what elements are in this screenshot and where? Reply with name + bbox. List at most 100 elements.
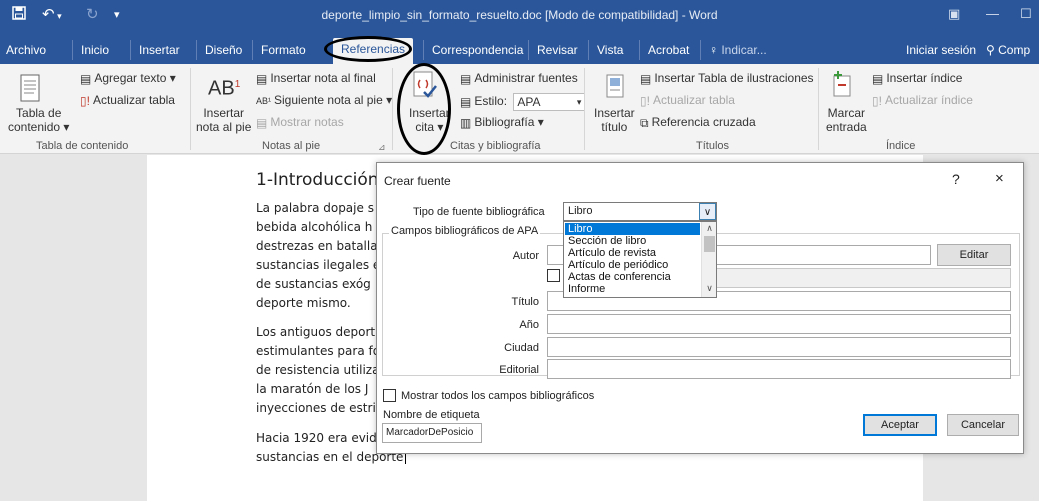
doc-text-line: de sustancias exóg bbox=[256, 277, 371, 291]
source-type-option[interactable]: Libro bbox=[565, 223, 700, 235]
update-index-button[interactable]: ▯! Actualizar índice bbox=[872, 93, 973, 108]
year-input[interactable] bbox=[547, 314, 1011, 334]
footnote-ab-icon: AB1 bbox=[208, 77, 241, 100]
update-index-icon: ▯! bbox=[872, 93, 882, 108]
tab-diseno[interactable]: Diseño bbox=[196, 40, 242, 60]
group-separator bbox=[392, 68, 393, 150]
help-button[interactable]: ? bbox=[952, 171, 960, 187]
sign-in-link[interactable]: Iniciar sesión bbox=[906, 40, 976, 60]
tab-vista[interactable]: Vista bbox=[588, 40, 623, 60]
source-type-option[interactable]: Informe bbox=[565, 283, 700, 295]
doc-text-line: Hacia 1920 era evid bbox=[256, 431, 377, 445]
tab-referencias[interactable]: Referencias bbox=[333, 38, 414, 64]
tab-acrobat[interactable]: Acrobat bbox=[639, 40, 689, 60]
source-type-option[interactable]: Artículo de revista bbox=[565, 247, 700, 259]
apa-fields-label: Campos bibliográficos de APA bbox=[389, 225, 541, 237]
share-button[interactable]: ⚲ Comp bbox=[986, 40, 1030, 60]
cross-reference-button[interactable]: ⧉ Referencia cruzada bbox=[640, 115, 756, 130]
next-footnote-button[interactable]: AB¹ Siguiente nota al pie ▾ bbox=[256, 93, 392, 108]
listbox-scrollbar[interactable]: ∧ ∨ bbox=[701, 222, 716, 297]
accept-button[interactable]: Aceptar bbox=[863, 414, 937, 436]
update-table-button[interactable]: ▯! Actualizar tabla bbox=[80, 93, 175, 108]
group-label-indice: Índice bbox=[886, 140, 916, 152]
mark-entry-button[interactable]: Marcar entrada bbox=[826, 106, 867, 134]
doc-text-line: La palabra dopaje s bbox=[256, 201, 374, 215]
show-all-fields-checkbox[interactable] bbox=[383, 389, 396, 402]
cancel-button[interactable]: Cancelar bbox=[947, 414, 1019, 436]
show-notes-button[interactable]: ▤ Mostrar notas bbox=[256, 115, 344, 130]
doc-text-line: inyecciones de estric bbox=[256, 401, 383, 415]
tab-revisar[interactable]: Revisar bbox=[528, 40, 578, 60]
insert-citation-icon bbox=[412, 70, 438, 103]
group-separator bbox=[190, 68, 191, 150]
tab-formato[interactable]: Formato bbox=[252, 40, 306, 60]
manage-sources-icon: ▤ bbox=[460, 71, 472, 86]
publisher-input[interactable] bbox=[547, 359, 1011, 379]
source-type-option[interactable]: Actas de conferencia bbox=[565, 271, 700, 283]
ribbon-tabs: Archivo Inicio Insertar Diseño Formato R… bbox=[0, 30, 1039, 64]
doc-text-line: deporte mismo. bbox=[256, 296, 351, 310]
insert-endnote-button[interactable]: ▤ Insertar nota al final bbox=[256, 71, 376, 86]
doc-text-line: sustancias ilegales e bbox=[256, 258, 381, 272]
source-type-combobox[interactable]: Libro ∨ bbox=[563, 202, 717, 221]
tab-inicio[interactable]: Inicio bbox=[72, 40, 109, 60]
style-dropdown[interactable]: APA ▾ bbox=[513, 93, 586, 111]
insert-index-button[interactable]: ▤ Insertar índice bbox=[872, 71, 962, 86]
lightbulb-icon: ♀ bbox=[709, 43, 722, 57]
tab-correspondencia[interactable]: Correspondencia bbox=[423, 40, 523, 60]
group-label-titulos: Títulos bbox=[696, 140, 730, 152]
year-label: Año bbox=[519, 319, 539, 331]
insert-footnote-button[interactable]: Insertar nota al pie bbox=[196, 106, 251, 134]
tag-name-input[interactable]: MarcadorDePosicio bbox=[382, 423, 482, 443]
scrollbar-thumb[interactable] bbox=[704, 236, 715, 252]
add-text-icon: ▤ bbox=[80, 71, 92, 86]
edit-author-button[interactable]: Editar bbox=[937, 244, 1011, 266]
endnote-icon: ▤ bbox=[256, 71, 268, 86]
scroll-down-icon[interactable]: ∨ bbox=[702, 283, 717, 294]
insert-table-of-figures-button[interactable]: ▤ Insertar Tabla de ilustraciones bbox=[640, 71, 814, 86]
city-input[interactable] bbox=[547, 337, 1011, 357]
title-bar: ↶ ▾ ↻ ▾ deporte_limpio_sin_formato_resue… bbox=[0, 0, 1039, 30]
show-all-fields-label[interactable]: Mostrar todos los campos bibliográficos bbox=[401, 390, 594, 402]
insert-caption-icon bbox=[606, 74, 624, 101]
source-type-option[interactable]: Artículo de periódico bbox=[565, 259, 700, 271]
ribbon-display-options-icon[interactable]: ▣ bbox=[948, 6, 960, 22]
add-text-button[interactable]: ▤ Agregar texto ▾ bbox=[80, 71, 176, 86]
doc-text-line: estimulantes para fo bbox=[256, 344, 381, 358]
maximize-icon[interactable]: ☐ bbox=[1020, 6, 1032, 22]
style-selector[interactable]: ▤ Estilo: APA ▾ bbox=[460, 93, 586, 111]
manage-sources-button[interactable]: ▤ Administrar fuentes bbox=[460, 71, 578, 86]
ribbon-referencias: Tabla de contenido ▾ ▤ Agregar texto ▾ ▯!… bbox=[0, 64, 1039, 154]
doc-text-line: destrezas en batalla bbox=[256, 239, 378, 253]
insert-index-icon: ▤ bbox=[872, 71, 884, 86]
source-type-listbox[interactable]: Libro Sección de libro Artículo de revis… bbox=[563, 221, 717, 298]
dialog-title: Crear fuente bbox=[384, 174, 451, 188]
document-title: deporte_limpio_sin_formato_resuelto.doc … bbox=[321, 8, 718, 22]
publisher-label: Editorial bbox=[499, 364, 539, 376]
tab-insertar[interactable]: Insertar bbox=[130, 40, 180, 60]
close-icon[interactable]: × bbox=[995, 170, 1004, 187]
chevron-down-icon[interactable]: ∨ bbox=[699, 203, 716, 220]
tell-me-box[interactable]: ♀ Indicar... bbox=[700, 40, 767, 60]
person-icon: ⚲ bbox=[986, 43, 999, 57]
doc-text-line: la maratón de los J bbox=[256, 382, 369, 396]
doc-text-line: de resistencia utiliza bbox=[256, 363, 380, 377]
author-label: Autor bbox=[512, 250, 539, 262]
corporate-author-checkbox[interactable] bbox=[547, 269, 560, 282]
scroll-up-icon[interactable]: ∧ bbox=[702, 223, 717, 234]
source-type-option[interactable]: Sección de libro bbox=[565, 235, 700, 247]
table-of-figures-icon: ▤ bbox=[640, 71, 652, 86]
update-figures-table-button[interactable]: ▯! Actualizar tabla bbox=[640, 93, 735, 108]
insert-caption-button[interactable]: Insertar título bbox=[594, 106, 635, 134]
insert-citation-button[interactable]: Insertar cita ▾ bbox=[409, 106, 450, 134]
dialog-launcher-icon[interactable]: ⊿ bbox=[378, 140, 386, 154]
table-of-contents-button[interactable]: Tabla de contenido ▾ bbox=[8, 106, 69, 134]
minimize-icon[interactable]: — bbox=[986, 6, 999, 21]
tab-archivo[interactable]: Archivo bbox=[6, 40, 46, 60]
doc-text-line: Los antiguos deport bbox=[256, 325, 376, 339]
group-label-notas: Notas al pie bbox=[262, 140, 321, 152]
group-separator bbox=[818, 68, 819, 150]
mark-entry-icon bbox=[832, 70, 852, 101]
bibliography-button[interactable]: ▥ Bibliografía ▾ bbox=[460, 115, 544, 130]
cross-reference-icon: ⧉ bbox=[640, 115, 649, 130]
